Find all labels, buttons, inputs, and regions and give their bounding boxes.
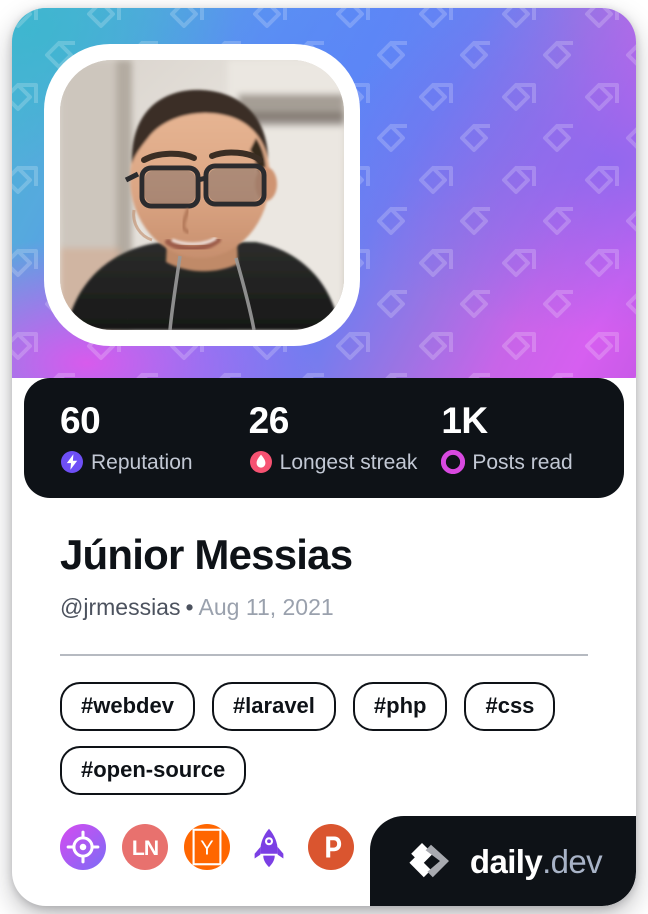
tag-chip[interactable]: #open-source [60,745,247,796]
brand-wordmark: daily.dev [469,842,603,880]
tag-chip[interactable]: #laravel [211,681,336,731]
stat-label: Reputation [91,450,193,474]
brand-name: daily [469,842,543,880]
stat-posts-read: 1K Posts read [419,402,612,474]
posts-read-ring-icon [441,450,466,474]
ycombinator-badge-icon[interactable]: Y [184,824,230,870]
daily-dev-logo-icon [409,843,449,878]
stat-value: 60 [60,400,101,441]
avatar [60,60,344,330]
stat-label-row: Posts read [441,450,612,474]
devcard[interactable]: 60 Reputation 26 Longest streak 1K Posts… [12,8,636,906]
stat-label: Longest streak [279,450,418,474]
reputation-bolt-icon [61,451,83,473]
cover-banner [12,8,636,378]
svg-text:LN: LN [132,837,158,860]
tag-list: #webdev #laravel #php #css #open-source [60,681,588,796]
section-divider [60,653,588,656]
tag-chip[interactable]: #php [352,681,448,731]
social-badge-list: LN Y [60,824,354,870]
tag-chip[interactable]: #webdev [60,681,195,731]
profile-handle: @jrmessias [60,594,181,621]
profile-name: Júnior Messias [60,531,353,578]
target-badge-icon[interactable] [60,824,106,870]
stat-label: Posts read [472,450,573,474]
stat-value: 26 [248,400,290,441]
streak-flame-icon [249,451,272,473]
stat-longest-streak: 26 Longest streak [231,402,420,474]
producthunt-badge-icon[interactable] [308,824,354,870]
stats-bar: 60 Reputation 26 Longest streak 1K Posts… [24,378,624,498]
stat-label-row: Longest streak [249,450,420,474]
meta-separator: • [185,594,194,621]
brand-suffix: .dev [542,842,603,880]
avatar-frame [44,44,360,346]
stat-reputation: 60 Reputation [36,402,231,474]
rocket-badge-icon[interactable] [246,824,292,870]
stat-value: 1K [441,400,488,441]
ln-badge-icon[interactable]: LN [122,824,168,870]
svg-text:Y: Y [200,838,213,860]
tag-chip[interactable]: #css [464,681,556,731]
profile-body: Júnior Messias @jrmessias • Aug 11, 2021 #… [12,498,636,796]
stat-label-row: Reputation [60,450,231,474]
profile-meta: @jrmessias • Aug 11, 2021 [60,594,588,622]
daily-dev-brand-panel: daily.dev [370,816,636,906]
profile-joined-date: Aug 11, 2021 [198,594,334,621]
